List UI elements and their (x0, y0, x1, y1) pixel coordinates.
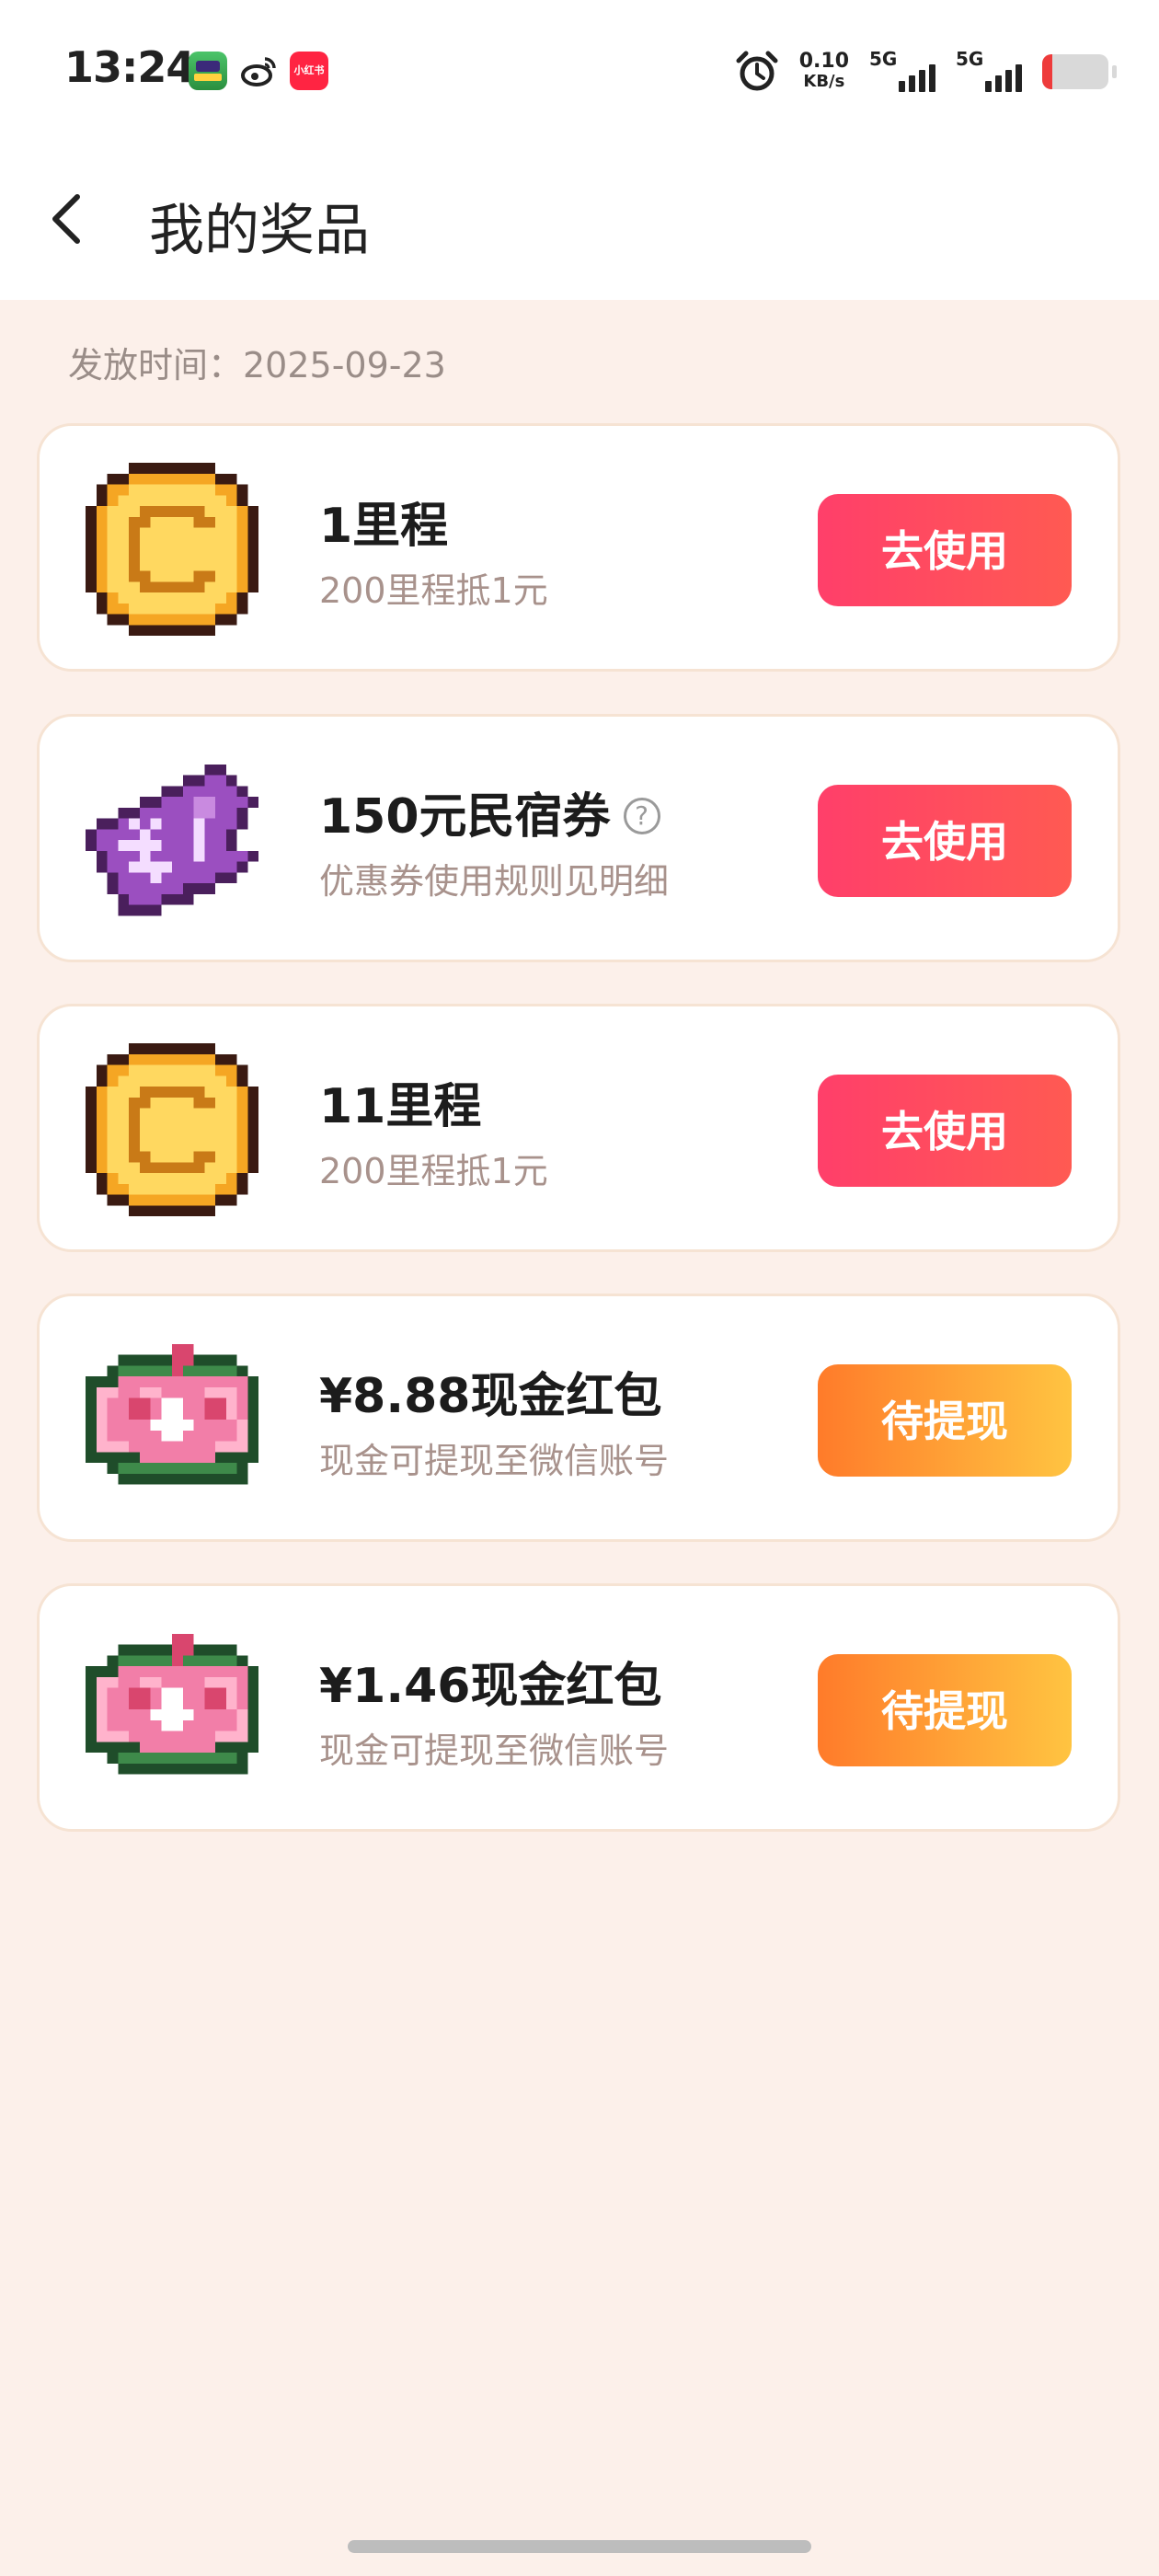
home-indicator[interactable] (348, 2540, 811, 2553)
prize-name-text: 150元民宿券 (319, 789, 611, 845)
prize-desc: 200里程抵1元 (319, 1151, 548, 1191)
coin-icon (86, 463, 258, 636)
prize-name: 150元民宿券? (319, 777, 660, 846)
prize-desc: 优惠券使用规则见明细 (319, 861, 670, 902)
withdraw-button[interactable]: 待提现 (818, 1654, 1072, 1766)
coin-icon (86, 1043, 258, 1216)
use-button[interactable]: 去使用 (818, 1075, 1072, 1187)
prize-desc: 现金可提现至微信账号 (319, 1731, 670, 1771)
battery-icon (1042, 54, 1108, 89)
status-time: 13:24 (64, 42, 195, 92)
prize-desc: 现金可提现至微信账号 (319, 1441, 670, 1481)
withdraw-button[interactable]: 待提现 (818, 1364, 1072, 1477)
signal-icon: 5G (869, 48, 935, 96)
prize-card: ¥8.88现金红包 现金可提现至微信账号 待提现 (37, 1294, 1120, 1542)
cash-icon (86, 1333, 258, 1506)
prize-name: 11里程 (319, 1079, 482, 1134)
prize-card: ¥1.46现金红包 现金可提现至微信账号 待提现 (37, 1583, 1120, 1832)
sim2-label: 5G (956, 48, 984, 70)
prize-name: ¥1.46现金红包 (319, 1659, 662, 1714)
alarm-icon (736, 51, 778, 91)
use-button[interactable]: 去使用 (818, 494, 1072, 606)
nav-bar: 我的奖品 (0, 138, 1159, 300)
cash-icon (86, 1623, 258, 1796)
back-button[interactable] (40, 190, 99, 248)
xiaohongshu-icon: 小红书 (290, 52, 328, 90)
ticket-icon (86, 753, 258, 926)
prize-card: 11里程 200里程抵1元 去使用 (37, 1004, 1120, 1252)
prize-card: 150元民宿券? 优惠券使用规则见明细 去使用 (37, 714, 1120, 962)
status-right: 0.10 KB/s 5G 5G (735, 46, 1117, 98)
chevron-left-icon (52, 194, 80, 244)
issue-date: 发放时间：2025-09-23 (68, 345, 446, 385)
page-title: 我的奖品 (149, 199, 370, 263)
help-icon[interactable]: ? (623, 798, 660, 834)
status-bar: 13:24 小红书 0.10 KB/s 5G 5G (0, 0, 1159, 138)
sim1-label: 5G (869, 48, 898, 70)
game-app-icon (189, 52, 227, 90)
use-button[interactable]: 去使用 (818, 785, 1072, 897)
weibo-icon (239, 52, 278, 90)
prize-card: 1里程 200里程抵1元 去使用 (37, 423, 1120, 672)
network-speed-unit: KB/s (803, 72, 845, 91)
network-speed-value: 0.10 (798, 50, 849, 73)
network-speed: 0.10 KB/s (799, 52, 849, 92)
xiaohongshu-label: 小红书 (293, 64, 325, 76)
signal-icon: 5G (956, 48, 1022, 96)
battery-tip (1112, 65, 1117, 78)
prize-desc: 200里程抵1元 (319, 570, 548, 611)
prize-name: ¥8.88现金红包 (319, 1369, 662, 1424)
prize-name: 1里程 (319, 499, 449, 554)
